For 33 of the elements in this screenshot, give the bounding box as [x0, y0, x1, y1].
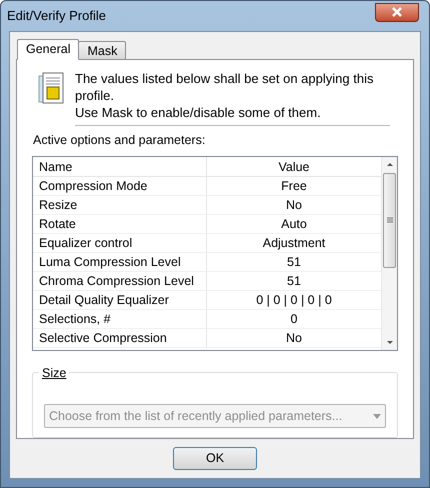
close-button[interactable]: [375, 2, 419, 22]
info-text: Use Mask to enable/disable some of them.: [75, 104, 322, 121]
close-icon: [391, 7, 403, 17]
info-text: The values listed below shall be set on applying this profile.: [75, 70, 374, 104]
table-cell-text: Adjustment: [262, 234, 326, 252]
column-header[interactable]: Value: [207, 156, 381, 176]
table-cell: Equalizer control: [33, 234, 207, 252]
table-cell: Resize: [33, 196, 207, 214]
table-cell-text: 51: [286, 254, 302, 271]
table-cell-text: 51: [286, 272, 302, 290]
tab[interactable]: General: [17, 39, 80, 60]
table-cell: Chroma Compression Level: [33, 272, 207, 290]
table-cell-text: 0 | 0 | 0 | 0 | 0: [255, 292, 333, 309]
table-cell: Selections, #: [33, 310, 207, 328]
table-cell: Luma Compression Level: [33, 252, 207, 271]
table-cell-text: Free: [280, 178, 308, 195]
table-cell-text: Auto: [280, 216, 308, 233]
table-cell: Detail Quality Equalizer: [33, 290, 207, 309]
table-cell: Selective Compression: [33, 328, 207, 347]
section-label: Active options and parameters:: [33, 132, 206, 149]
column-header[interactable]: Name: [33, 156, 207, 176]
grip-icon: [386, 217, 392, 224]
table-cell: Compression Mode: [33, 176, 207, 195]
table-cell: Rotate: [33, 214, 207, 233]
tab[interactable]: Mask: [78, 41, 126, 60]
ok-button[interactable]: OK: [173, 447, 257, 470]
scrollbar[interactable]: [381, 156, 397, 350]
table-cell-text: No: [285, 330, 303, 347]
table-cell-text: No: [285, 196, 303, 214]
table-cell-text: 0: [290, 310, 298, 328]
dropdown-arrow-icon: [373, 414, 381, 418]
scroll-thumb[interactable]: [383, 172, 396, 268]
window-title: Edit/Verify Profile: [7, 7, 106, 26]
